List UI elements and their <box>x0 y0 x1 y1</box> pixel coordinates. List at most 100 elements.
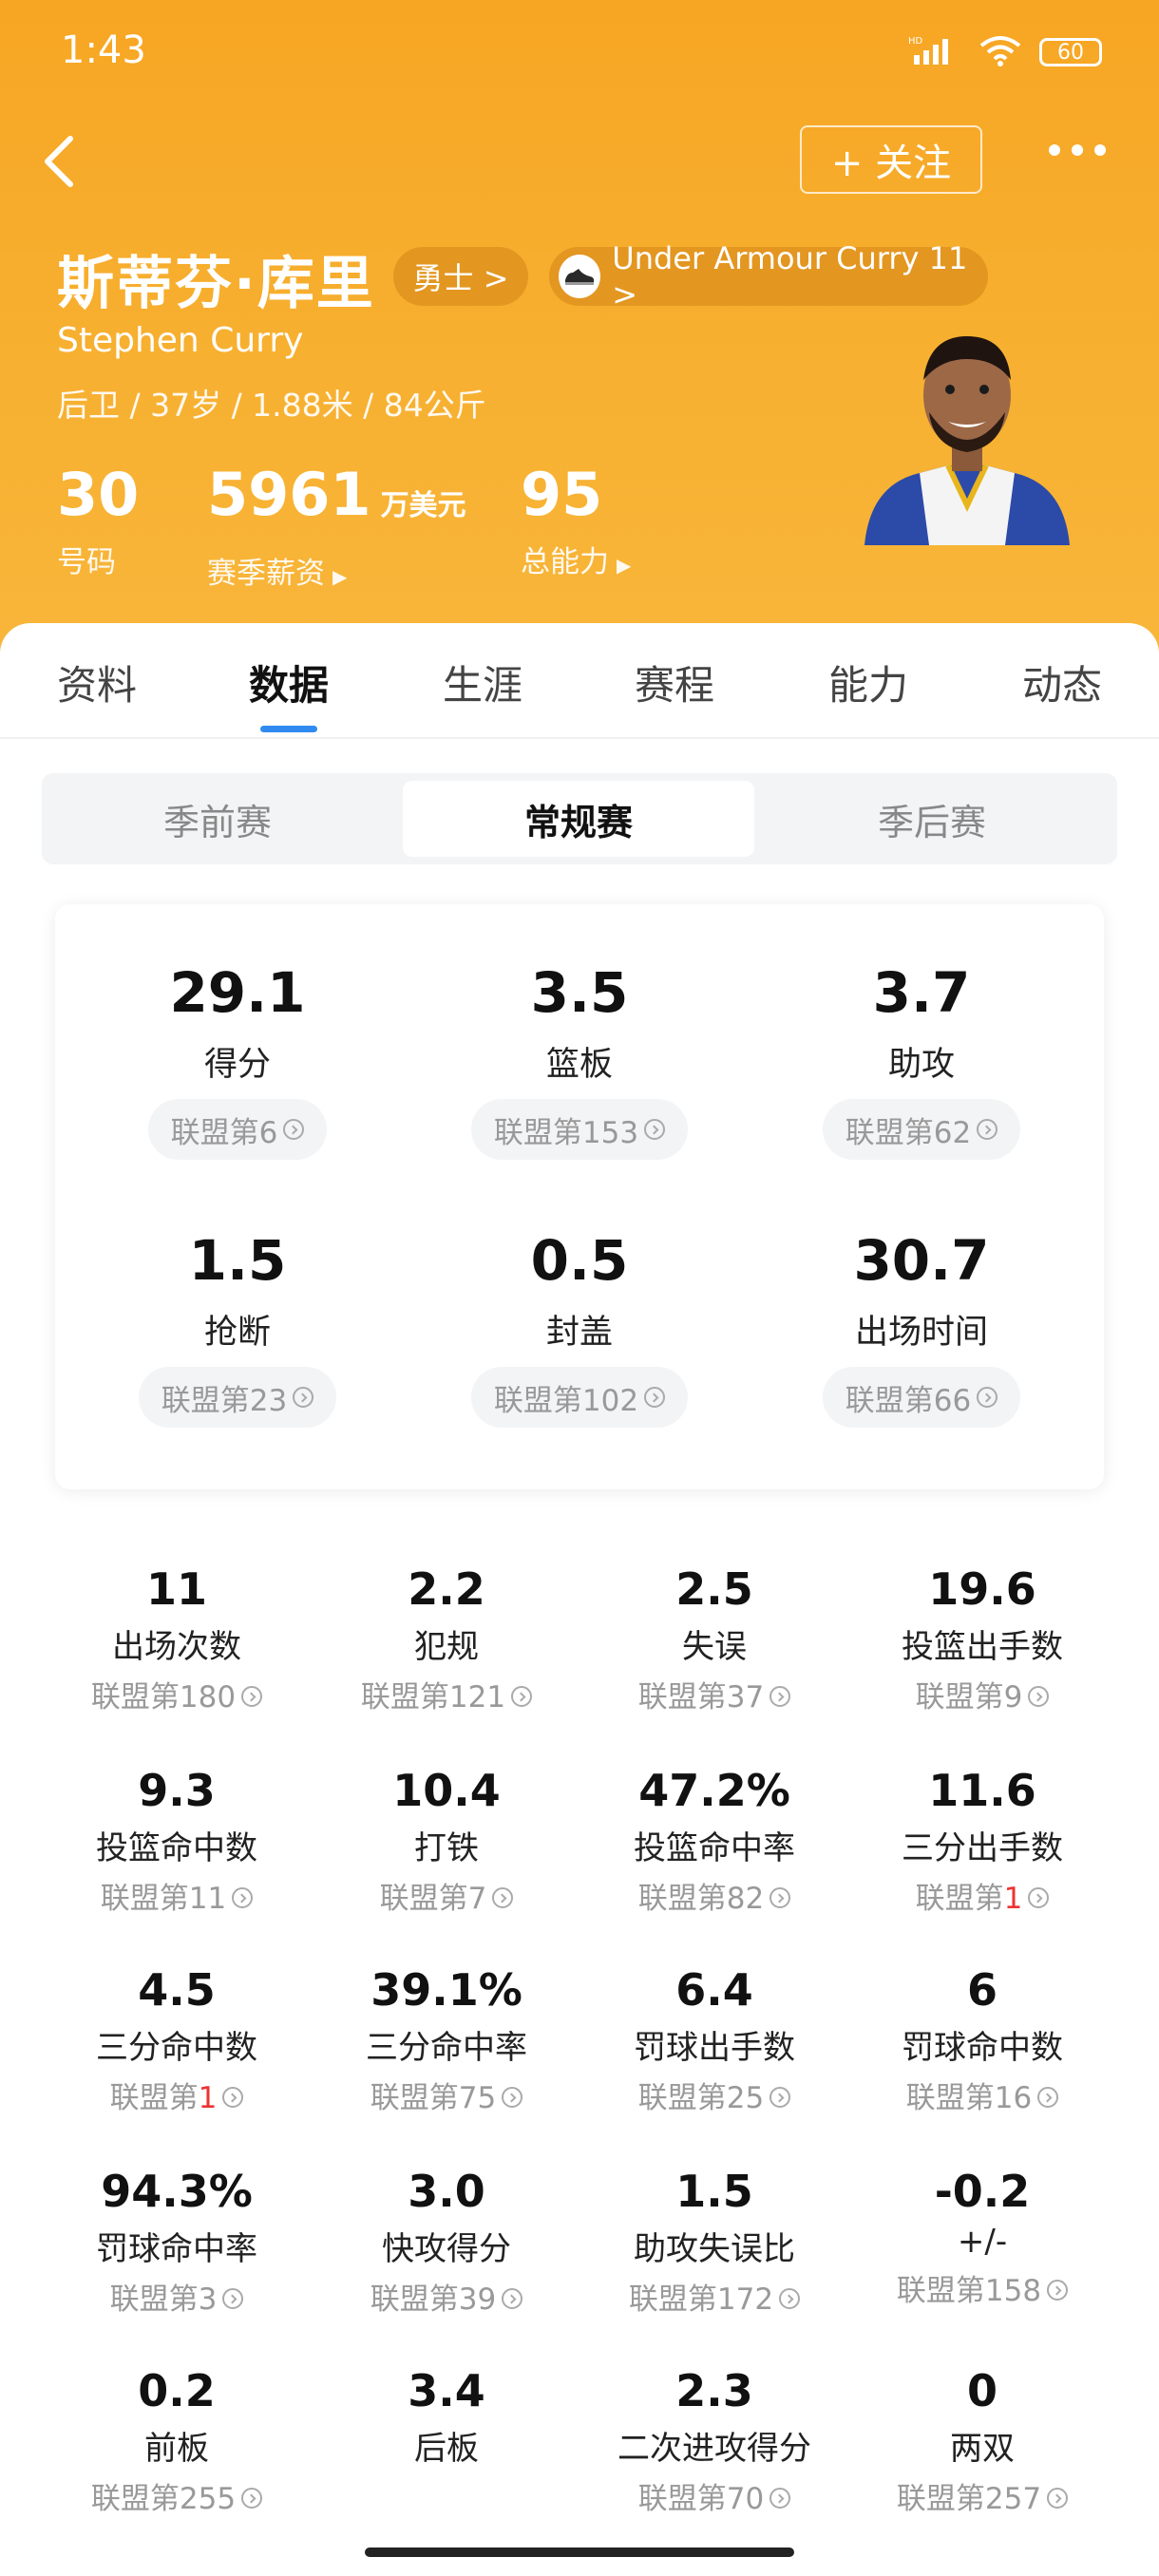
chevron-circle-right-icon <box>502 2288 523 2309</box>
chevron-circle-right-icon <box>511 1686 533 1707</box>
chevron-circle-right-icon <box>222 2288 244 2309</box>
segment-preseason[interactable]: 季前赛 <box>42 781 393 857</box>
back-button[interactable] <box>36 133 84 190</box>
stat-overall-ability[interactable]: 95 总能力 ▶ <box>521 462 631 580</box>
stat-value: 5961 万美元 <box>207 460 466 529</box>
rank-pill[interactable]: 联盟第102 <box>470 1367 689 1428</box>
league-rank[interactable]: 联盟第3 <box>44 2275 310 2318</box>
chevron-circle-right-icon <box>1047 2488 1069 2509</box>
home-indicator[interactable] <box>365 2548 794 2557</box>
chevron-circle-right-icon <box>492 1887 514 1908</box>
stat-label: 罚球出手数 <box>634 2029 795 2067</box>
chevron-circle-right-icon <box>779 2288 801 2309</box>
more-options-button[interactable] <box>1049 144 1106 156</box>
stat-value: 10.4 <box>392 1765 501 1816</box>
dot-icon <box>1094 144 1106 156</box>
league-rank[interactable]: 联盟第16 <box>849 2074 1115 2116</box>
shoe-label: Under Armour Curry 11 > <box>612 240 968 313</box>
triangle-right-icon: ▶ <box>617 554 632 577</box>
segment-regular-season[interactable]: 常规赛 <box>403 781 754 857</box>
grid-stat-item: 94.3% 罚球命中率 联盟第3 <box>44 2166 310 2318</box>
league-rank[interactable]: 联盟第70 <box>581 2474 847 2517</box>
stat-value: 11.6 <box>928 1765 1036 1816</box>
league-rank[interactable]: 联盟第75 <box>314 2074 580 2116</box>
league-rank[interactable]: 联盟第25 <box>581 2074 847 2116</box>
follow-button[interactable]: + 关注 <box>800 125 982 194</box>
stat-value: 9.3 <box>138 1765 216 1816</box>
chevron-circle-right-icon <box>283 1119 305 1140</box>
player-name-en: Stephen Curry <box>57 321 304 360</box>
stat-jersey-number: 30 号码 <box>57 462 139 580</box>
main-stat-points: 29.1 得分 联盟第6 <box>66 961 408 1160</box>
stat-value: 0.2 <box>138 2365 216 2416</box>
rank-pill[interactable]: 联盟第6 <box>147 1099 328 1160</box>
league-rank[interactable]: 联盟第158 <box>849 2266 1115 2309</box>
grid-stat-item: 11 出场次数 联盟第180 <box>44 1563 310 1715</box>
wifi-icon <box>978 34 1022 70</box>
stat-value: 0 <box>966 2365 998 2416</box>
stat-label: 投篮命中数 <box>96 1829 257 1867</box>
chevron-circle-right-icon <box>644 1119 666 1140</box>
stat-label: 助攻失误比 <box>634 2230 795 2268</box>
league-rank[interactable]: 联盟第7 <box>314 1874 580 1917</box>
stat-label: +/- <box>957 2223 1008 2261</box>
tab-schedule[interactable]: 赛程 <box>608 653 741 711</box>
main-stat-blocks: 0.5 封盖 联盟第102 <box>408 1229 750 1428</box>
tab-news[interactable]: 动态 <box>996 653 1129 711</box>
chevron-circle-right-icon <box>770 2488 791 2509</box>
grid-stat-item: 3.4 后板 <box>314 2365 580 2469</box>
status-icons: HD 60 <box>908 34 1102 70</box>
triangle-right-icon: ▶ <box>332 565 348 588</box>
chevron-circle-right-icon <box>977 1119 998 1140</box>
grid-stat-item: 47.2% 投篮命中率 联盟第82 <box>581 1765 847 1917</box>
tab-ability[interactable]: 能力 <box>802 653 935 711</box>
rank-pill[interactable]: 联盟第153 <box>470 1099 689 1160</box>
league-rank[interactable]: 联盟第11 <box>44 1874 310 1917</box>
player-avatar <box>853 325 1081 545</box>
stat-label: 三分出手数 <box>902 1829 1063 1867</box>
stat-salary[interactable]: 5961 万美元 赛季薪资 ▶ <box>207 462 466 592</box>
rank-pill[interactable]: 联盟第66 <box>822 1367 1021 1428</box>
stat-value: 3.4 <box>408 2365 485 2416</box>
segment-playoffs[interactable]: 季后赛 <box>756 781 1108 857</box>
stat-label: 三分命中数 <box>96 2029 257 2067</box>
league-rank[interactable]: 联盟第82 <box>581 1874 847 1917</box>
stat-value: 0.5 <box>530 1228 629 1293</box>
stat-value: 6.4 <box>675 1964 753 2016</box>
league-rank[interactable]: 联盟第172 <box>581 2275 847 2318</box>
team-pill[interactable]: 勇士 > <box>393 247 528 306</box>
tab-stats[interactable]: 数据 <box>222 653 355 711</box>
league-rank[interactable]: 联盟第1 <box>44 2074 310 2116</box>
stat-label: 后板 <box>414 2430 479 2468</box>
svg-text:HD: HD <box>908 36 923 47</box>
league-rank[interactable]: 联盟第9 <box>849 1673 1115 1715</box>
grid-stat-item: 19.6 投篮出手数 联盟第9 <box>849 1563 1115 1715</box>
stat-value: 2.5 <box>675 1563 753 1615</box>
league-rank[interactable]: 联盟第1 <box>849 1874 1115 1917</box>
tab-bar: 资料 数据 生涯 赛程 能力 动态 <box>0 623 1159 737</box>
shoe-pill[interactable]: Under Armour Curry 11 > <box>549 240 988 313</box>
tab-career[interactable]: 生涯 <box>416 653 549 711</box>
league-rank[interactable]: 联盟第180 <box>44 1673 310 1715</box>
league-rank[interactable]: 联盟第257 <box>849 2474 1115 2517</box>
stat-label: 抢断 <box>203 1314 271 1352</box>
league-rank[interactable]: 联盟第255 <box>44 2474 310 2517</box>
grid-stat-item: 6.4 罚球出手数联盟第25 <box>581 1964 847 2116</box>
league-rank[interactable]: 联盟第37 <box>581 1673 847 1715</box>
league-rank[interactable]: 联盟第121 <box>314 1673 580 1715</box>
league-rank[interactable]: 联盟第39 <box>314 2275 580 2318</box>
chevron-circle-right-icon <box>241 1686 263 1707</box>
main-stat-minutes: 30.7 出场时间 联盟第66 <box>750 1229 1092 1428</box>
player-header: 1:43 HD 60 + 关注 斯蒂芬·库里 勇士 > Under Armour… <box>0 0 1159 665</box>
grid-stat-item: 4.5 三分命中数 联盟第1 <box>44 1964 310 2116</box>
grid-stat-item: 2.2 犯规 联盟第121 <box>314 1563 580 1715</box>
stat-label: 封盖 <box>545 1314 613 1352</box>
grid-stat-item: 3.0 快攻得分 联盟第39 <box>314 2166 580 2318</box>
stat-value: 47.2% <box>638 1765 790 1816</box>
chevron-circle-right-icon <box>644 1387 666 1408</box>
chevron-circle-right-icon <box>1028 1686 1050 1707</box>
rank-pill[interactable]: 联盟第62 <box>822 1099 1021 1160</box>
tab-profile[interactable]: 资料 <box>30 653 163 711</box>
grid-stat-item: 11.6 三分出手数联盟第1 <box>849 1765 1115 1917</box>
rank-pill[interactable]: 联盟第23 <box>138 1367 337 1428</box>
